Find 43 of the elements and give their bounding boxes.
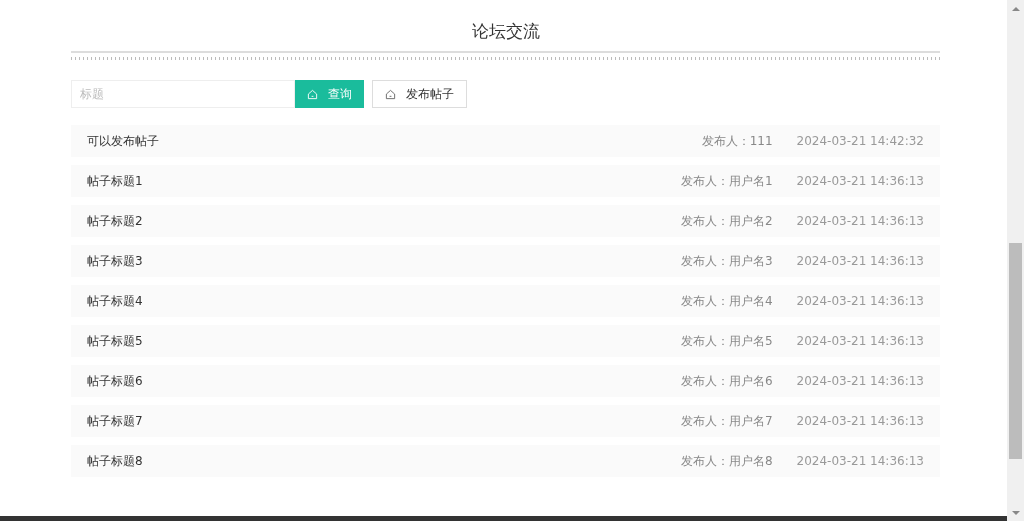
home-icon — [307, 88, 318, 100]
post-row[interactable]: 帖子标题3 发布人：用户名3 2024-03-21 14:36:13 — [71, 245, 940, 277]
post-time: 2024-03-21 14:36:13 — [796, 374, 924, 388]
post-title: 帖子标题4 — [87, 292, 144, 310]
post-title: 帖子标题6 — [87, 372, 144, 390]
post-title: 帖子标题3 — [87, 252, 144, 270]
post-time: 2024-03-21 14:36:13 — [796, 174, 924, 188]
post-author: 发布人：用户名6 — [680, 372, 773, 390]
post-row[interactable]: 帖子标题5 发布人：用户名5 2024-03-21 14:36:13 — [71, 325, 940, 357]
post-time: 2024-03-21 14:36:13 — [796, 294, 924, 308]
post-title: 帖子标题2 — [87, 212, 144, 230]
post-title: 帖子标题8 — [87, 452, 144, 470]
post-title: 帖子标题1 — [87, 172, 144, 190]
page-title: 论坛交流 — [470, 20, 541, 43]
post-button[interactable]: 发布帖子 — [372, 80, 467, 108]
post-time: 2024-03-21 14:36:13 — [796, 454, 924, 468]
scrollbar[interactable] — [1007, 0, 1024, 521]
post-row[interactable]: 帖子标题4 发布人：用户名4 2024-03-21 14:36:13 — [71, 285, 940, 317]
title-search-field[interactable]: 标题 — [71, 80, 295, 108]
post-author: 发布人：用户名4 — [680, 292, 773, 310]
post-author: 发布人：用户名5 — [680, 332, 773, 350]
post-time: 2024-03-21 14:36:13 — [796, 214, 924, 228]
post-title: 可以发布帖子 — [87, 132, 160, 150]
post-time: 2024-03-21 14:36:13 — [796, 414, 924, 428]
post-author: 发布人：用户名3 — [680, 252, 773, 270]
post-time: 2024-03-21 14:42:32 — [796, 134, 924, 148]
post-author: 发布人：用户名7 — [680, 412, 773, 430]
post-title: 帖子标题7 — [87, 412, 144, 430]
post-author: 发布人：用户名1 — [680, 172, 773, 190]
post-row[interactable]: 帖子标题8 发布人：用户名8 2024-03-21 14:36:13 — [71, 445, 940, 477]
post-time: 2024-03-21 14:36:13 — [796, 254, 924, 268]
post-row[interactable]: 帖子标题1 发布人：用户名1 2024-03-21 14:36:13 — [71, 165, 940, 197]
post-row[interactable]: 帖子标题6 发布人：用户名6 2024-03-21 14:36:13 — [71, 365, 940, 397]
post-author: 发布人：111 — [701, 132, 773, 150]
post-row[interactable]: 可以发布帖子 发布人：111 2024-03-21 14:42:32 — [71, 125, 940, 157]
post-row[interactable]: 帖子标题2 发布人：用户名2 2024-03-21 14:36:13 — [71, 205, 940, 237]
post-author: 发布人：用户名2 — [680, 212, 773, 230]
post-author: 发布人：用户名8 — [680, 452, 773, 470]
post-title: 帖子标题5 — [87, 332, 144, 350]
home-icon — [385, 88, 396, 100]
post-time: 2024-03-21 14:36:13 — [796, 334, 924, 348]
scrollbar-thumb[interactable] — [1009, 243, 1022, 459]
post-row[interactable]: 帖子标题7 发布人：用户名7 2024-03-21 14:36:13 — [71, 405, 940, 437]
